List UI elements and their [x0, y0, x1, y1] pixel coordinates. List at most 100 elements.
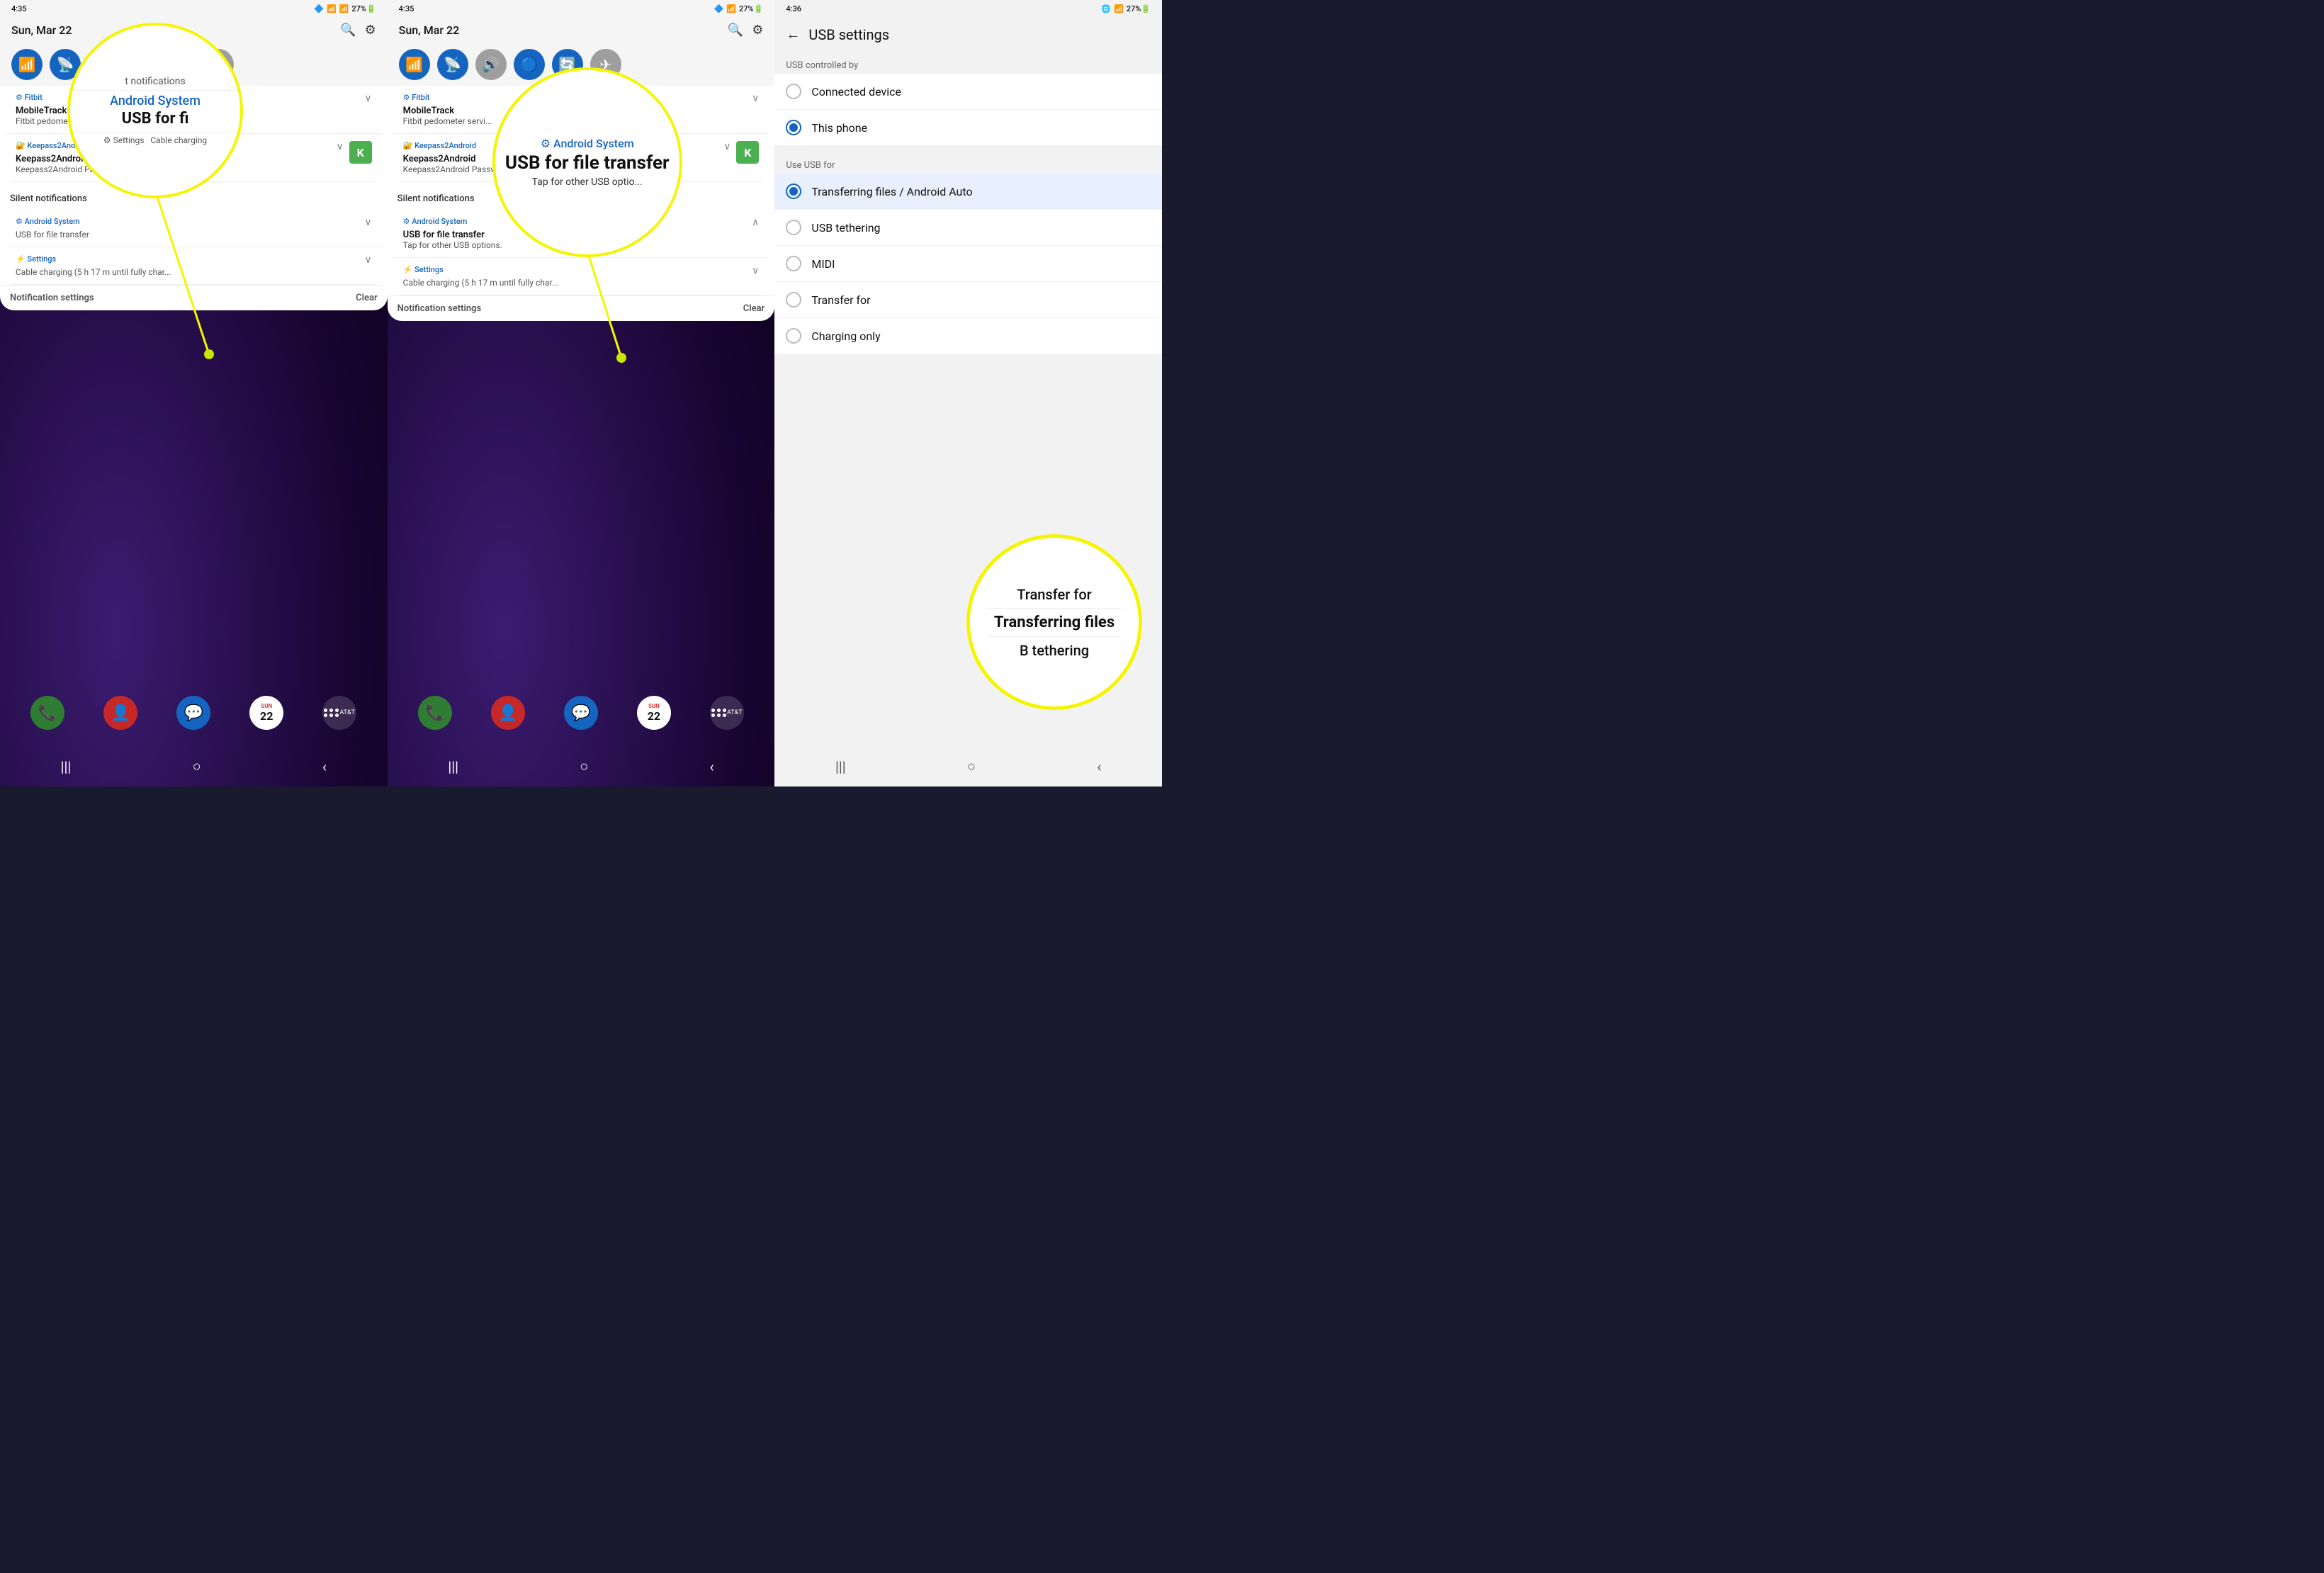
radio-usb-tethering[interactable] [786, 220, 801, 235]
nav-recent-1[interactable]: ||| [61, 758, 72, 775]
qs2-wifi[interactable]: 📶 [399, 49, 430, 80]
page-title-3: USB settings [808, 26, 889, 43]
att-label-2: AT&T [727, 709, 743, 716]
qs2-volume[interactable]: 🔊 [475, 49, 507, 80]
usb-controlled-options: Connected device This phone [774, 74, 1162, 146]
usb-tethering-label: USB tethering [811, 221, 880, 235]
use-usb-for-label: Use USB for [774, 152, 1162, 174]
dock2-calendar[interactable]: SUN 22 [637, 696, 671, 730]
shade-action-icons-1: 🔍 ⚙ [340, 23, 376, 38]
panel-1: 4:35 🔷 📶 📶 27%🔋 Sun, Mar 22 🔍 ⚙ 📶 📡 🔊 🔵 … [0, 0, 388, 786]
nav-home-2[interactable]: ○ [580, 757, 588, 775]
shade-header-2: Sun, Mar 22 🔍 ⚙ [388, 17, 775, 43]
fitbit-app-label: ⚙ Fitbit [16, 93, 43, 104]
option-transfer-for[interactable]: Transfer for [774, 282, 1162, 318]
qs-wifi[interactable]: 📶 [11, 49, 43, 80]
wifi-icon: 📶 [327, 4, 337, 13]
nav-back-1[interactable]: ‹ [322, 758, 327, 775]
status-bar-1: 4:35 🔷 📶 📶 27%🔋 [0, 0, 388, 17]
transferring-files-label: Transferring files / Android Auto [811, 185, 972, 198]
notification-settings-btn-2[interactable]: Notification settings [397, 303, 482, 314]
back-button[interactable]: ← [786, 26, 800, 43]
nav-bar-3: ||| ○ ‹ [774, 757, 1162, 775]
settings-icon-1[interactable]: ⚙ [365, 23, 376, 38]
option-transferring-files[interactable]: Transferring files / Android Auto [774, 174, 1162, 210]
clear-btn-1[interactable]: Clear [356, 293, 378, 303]
dock-phone[interactable]: 📞 [30, 696, 64, 730]
option-this-phone[interactable]: This phone [774, 110, 1162, 146]
notif-android-system-1[interactable]: ⚙ Android System ∨ USB for file transfer [6, 210, 382, 247]
use-usb-options: Transferring files / Android Auto USB te… [774, 174, 1162, 354]
this-phone-label: This phone [811, 121, 867, 135]
settings-expand-1[interactable]: ∨ [364, 254, 371, 266]
panel-2: 4:35 🔷 📶 27%🔋 Sun, Mar 22 🔍 ⚙ 📶 📡 🔊 🔵 🔄 … [388, 0, 775, 786]
notif-footer-1: Notification settings Clear [0, 285, 388, 310]
keepass-expand-2[interactable]: ∨ [723, 141, 731, 152]
shade-date-2: Sun, Mar 22 [399, 23, 459, 37]
option-connected-device[interactable]: Connected device [774, 74, 1162, 110]
qs2-call-wifi[interactable]: 📡 [437, 49, 468, 80]
radio-this-phone[interactable] [786, 120, 801, 135]
option-usb-tethering[interactable]: USB tethering [774, 210, 1162, 246]
dock2-phone[interactable]: 📞 [418, 696, 452, 730]
network-icon-3: 🌐 [1101, 4, 1111, 13]
android-system-expand-2[interactable]: ∧ [752, 217, 759, 228]
fitbit-expand-2[interactable]: ∨ [752, 93, 759, 104]
settings-expand-2[interactable]: ∨ [752, 265, 759, 276]
dock2-contacts[interactable]: 👤 [491, 696, 525, 730]
settings-icon-2[interactable]: ⚙ [752, 23, 763, 38]
notif-footer-2: Notification settings Clear [388, 295, 775, 321]
clear-btn-2[interactable]: Clear [743, 303, 765, 314]
search-icon-2[interactable]: 🔍 [728, 23, 743, 38]
keepass-icon: K [349, 141, 372, 164]
dock2-apps[interactable]: AT&T [710, 696, 744, 730]
wifi-icon-3: 📶 [1114, 4, 1124, 13]
connected-device-label: Connected device [811, 85, 901, 98]
dock-calendar[interactable]: SUN 22 [249, 696, 283, 730]
notification-settings-btn-1[interactable]: Notification settings [10, 293, 94, 303]
radio-connected-device[interactable] [786, 84, 801, 99]
radio-transfer-for[interactable] [786, 292, 801, 308]
search-icon-1[interactable]: 🔍 [340, 23, 356, 38]
settings-sub-2: Cable charging (5 h 17 m until fully cha… [403, 278, 760, 288]
battery-icon-2: 27%🔋 [739, 4, 763, 13]
dock-contacts[interactable]: 👤 [103, 696, 137, 730]
notif-settings-1[interactable]: ⚡ Settings ∨ Cable charging (5 h 17 m un… [6, 247, 382, 285]
dock-apps[interactable]: AT&T [322, 696, 356, 730]
nav-home-1[interactable]: ○ [193, 757, 201, 775]
notif-settings-2[interactable]: ⚡ Settings ∨ Cable charging (5 h 17 m un… [393, 258, 769, 295]
time-3: 4:36 [786, 4, 801, 13]
android-system-expand-1[interactable]: ∨ [364, 217, 371, 228]
radio-transferring-files[interactable] [786, 184, 801, 199]
radio-this-phone-fill [789, 123, 798, 132]
time-1: 4:35 [11, 4, 27, 13]
android-system-app-1: ⚙ Android System [16, 217, 80, 228]
option-charging[interactable]: Charging only [774, 318, 1162, 354]
battery-icon: 27%🔋 [351, 4, 376, 13]
nav-recent-2[interactable]: ||| [448, 758, 458, 775]
option-midi[interactable]: MIDI [774, 246, 1162, 282]
usb-settings-header: ← USB settings [774, 17, 1162, 52]
status-icons-1: 🔷 📶 📶 27%🔋 [314, 4, 376, 13]
dock-1: 📞 👤 💬 SUN 22 AT&T [0, 696, 388, 730]
nav-recent-3[interactable]: ||| [835, 758, 846, 775]
android-system-app-2: ⚙ Android System [403, 217, 468, 228]
keepass-icon-2: K [736, 141, 759, 164]
nav-back-3[interactable]: ‹ [1097, 758, 1101, 775]
dock2-messages[interactable]: 💬 [564, 696, 598, 730]
bluetooth-icon-2: 🔷 [714, 4, 724, 13]
zoom-sub-2: Tap for other USB optio... [518, 176, 657, 188]
radio-midi[interactable] [786, 256, 801, 271]
shade-action-icons-2: 🔍 ⚙ [728, 23, 764, 38]
nav-home-3[interactable]: ○ [967, 757, 976, 775]
status-bar-2: 4:35 🔷 📶 27%🔋 [388, 0, 775, 17]
zoom-line3-3: B tethering [1008, 639, 1100, 662]
radio-charging[interactable] [786, 328, 801, 344]
zoom-div1 [987, 608, 1122, 609]
qs2-bluetooth[interactable]: 🔵 [514, 49, 545, 80]
keepass-expand[interactable]: ∨ [336, 141, 343, 152]
settings-app-2: ⚡ Settings [403, 265, 444, 276]
nav-back-2[interactable]: ‹ [710, 758, 714, 775]
dock-messages[interactable]: 💬 [176, 696, 210, 730]
fitbit-expand[interactable]: ∨ [364, 93, 371, 104]
